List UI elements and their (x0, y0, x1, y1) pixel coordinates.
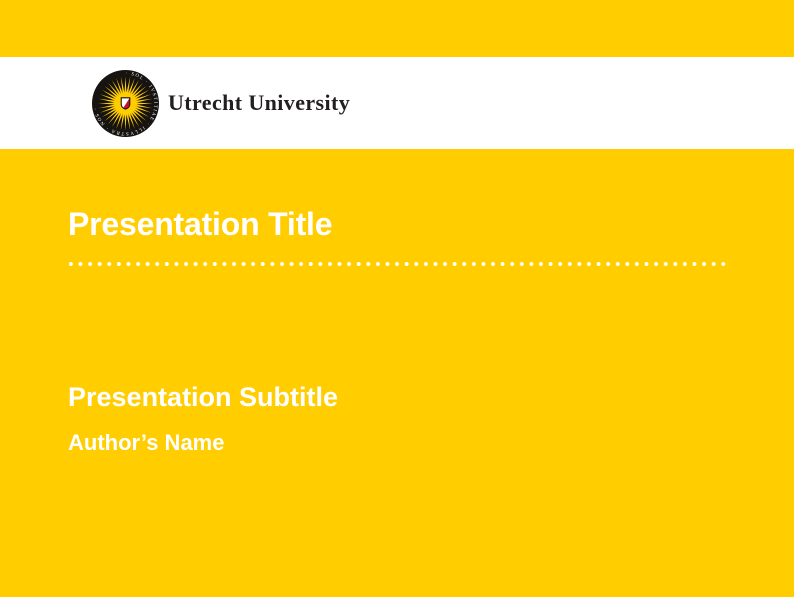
dotted-divider (68, 261, 729, 267)
author-name: Author’s Name (68, 431, 224, 455)
university-wordmark: Utrecht University (168, 90, 350, 116)
utrecht-shield-icon (121, 97, 130, 108)
title-slide: · SOL · IVSTITIAE · ILLVSTRA · NOS · Utr… (0, 0, 794, 597)
presentation-subtitle: Presentation Subtitle (68, 383, 338, 413)
header-band: · SOL · IVSTITIAE · ILLVSTRA · NOS · Utr… (0, 57, 794, 149)
presentation-title: Presentation Title (68, 207, 332, 242)
utrecht-sun-seal-icon: · SOL · IVSTITIAE · ILLVSTRA · NOS · (92, 70, 159, 137)
